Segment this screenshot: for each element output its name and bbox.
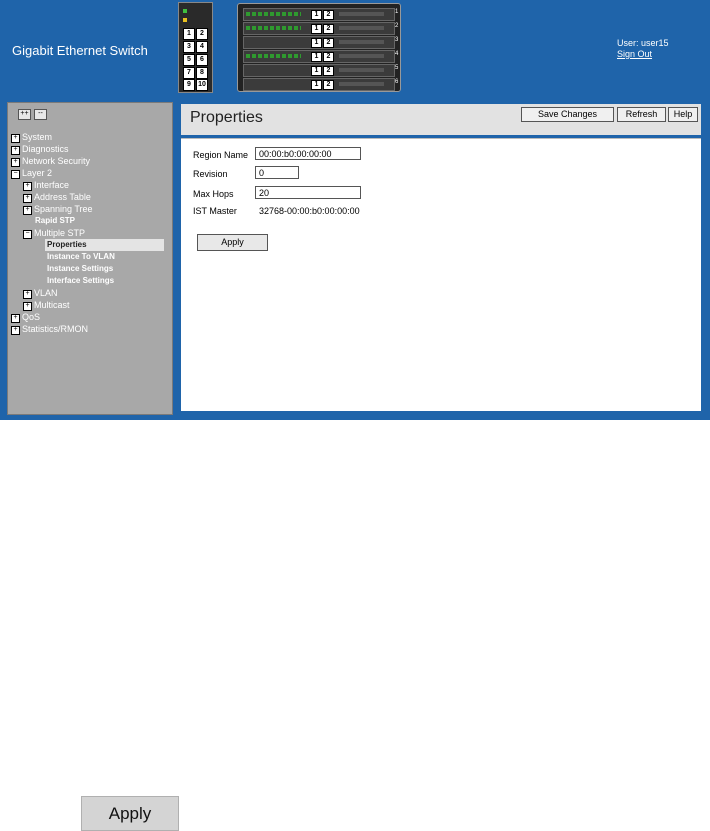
revision-label: Revision <box>193 169 228 179</box>
tree-item-qos[interactable]: + QoS <box>11 311 40 323</box>
expand-icon[interactable]: + <box>11 146 20 155</box>
chassis-slot: 124 <box>243 50 398 63</box>
tree-item-properties[interactable]: Properties <box>45 239 164 251</box>
port-10: 10 <box>196 79 208 91</box>
collapse-all-button[interactable]: -- <box>34 109 47 120</box>
tree-item-network-security[interactable]: + Network Security <box>11 155 90 167</box>
port-7: 7 <box>183 67 195 79</box>
refresh-button[interactable]: Refresh <box>617 107 666 122</box>
apply-button[interactable]: Apply <box>197 234 268 251</box>
collapse-icon[interactable]: − <box>11 170 20 179</box>
tree-item-instance-settings[interactable]: Instance Settings <box>47 263 113 275</box>
ist-master-value: 32768-00:00:b0:00:00:00 <box>259 206 360 216</box>
title-bar: Properties Save Changes Refresh Help <box>181 104 701 135</box>
chassis-slot: 121 <box>243 8 398 21</box>
tree-item-system[interactable]: + System <box>11 131 52 143</box>
tree-item-address-table[interactable]: + Address Table <box>23 191 91 203</box>
expand-icon[interactable]: + <box>23 182 32 191</box>
help-button[interactable]: Help <box>668 107 698 122</box>
port-2: 2 <box>196 28 208 40</box>
tree-item-vlan[interactable]: + VLAN <box>23 287 58 299</box>
port-9: 9 <box>183 79 195 91</box>
port-5: 5 <box>183 54 195 66</box>
port-3: 3 <box>183 41 195 53</box>
expand-icon[interactable]: + <box>11 326 20 335</box>
brand-title: Gigabit Ethernet Switch <box>12 43 148 58</box>
tree-item-diagnostics[interactable]: + Diagnostics <box>11 143 69 155</box>
tree-item-rapid-stp[interactable]: Rapid STP <box>35 215 75 227</box>
tree-item-layer-2[interactable]: − Layer 2 <box>11 167 52 179</box>
chassis-slot: 125 <box>243 64 398 77</box>
chassis-slot: 126 <box>243 78 398 91</box>
expand-icon[interactable]: + <box>23 194 32 203</box>
expand-icon[interactable]: + <box>11 158 20 167</box>
header-banner: Gigabit Ethernet Switch 1 2 3 4 5 6 7 8 … <box>0 0 710 95</box>
nav-pane: ++ -- + System + Diagnostics + Network Secu… <box>0 95 176 420</box>
nav-tree-panel: ++ -- + System + Diagnostics + Network Secu… <box>7 102 173 415</box>
tree-item-spanning-tree[interactable]: + Spanning Tree <box>23 203 93 215</box>
port-4: 4 <box>196 41 208 53</box>
page-title: Properties <box>190 109 263 126</box>
status-led-green <box>183 9 187 13</box>
collapse-icon[interactable]: − <box>23 230 32 239</box>
expand-icon[interactable]: + <box>23 290 32 299</box>
save-changes-button[interactable]: Save Changes <box>521 107 614 122</box>
max-hops-label: Max Hops <box>193 189 234 199</box>
device-panel-image: 1 2 3 4 5 6 7 8 9 10 <box>178 2 213 93</box>
tree-item-statistics-rmon[interactable]: + Statistics/RMON <box>11 323 88 335</box>
ist-master-label: IST Master <box>193 206 237 216</box>
expand-all-button[interactable]: ++ <box>18 109 31 120</box>
tree-item-interface-settings[interactable]: Interface Settings <box>47 275 114 287</box>
revision-input[interactable]: 0 <box>255 166 299 179</box>
tree-item-interface[interactable]: + Interface <box>23 179 69 191</box>
properties-form: Region Name 00:00:b0:00:00:00 Revision 0… <box>181 138 701 411</box>
expand-icon[interactable]: + <box>11 314 20 323</box>
tree-item-instance-to-vlan[interactable]: Instance To VLAN <box>47 251 115 263</box>
main-pane: Properties Save Changes Refresh Help Reg… <box>176 95 710 420</box>
port-1: 1 <box>183 28 195 40</box>
status-led-yellow <box>183 18 187 22</box>
expand-icon[interactable]: + <box>11 134 20 143</box>
apply-button-large[interactable]: Apply <box>81 796 179 831</box>
user-label: User: user15 <box>617 38 669 48</box>
tree-item-multicast[interactable]: + Multicast <box>23 299 70 311</box>
chassis-slot: 123 <box>243 36 398 49</box>
port-8: 8 <box>196 67 208 79</box>
sign-out-link[interactable]: Sign Out <box>617 49 652 59</box>
port-6: 6 <box>196 54 208 66</box>
region-name-input[interactable]: 00:00:b0:00:00:00 <box>255 147 361 160</box>
chassis-image: 121 122 123 124 125 126 <box>237 3 401 92</box>
tree-item-multiple-stp[interactable]: − Multiple STP <box>23 227 85 239</box>
chassis-slot: 122 <box>243 22 398 35</box>
expand-icon[interactable]: + <box>23 302 32 311</box>
max-hops-input[interactable]: 20 <box>255 186 361 199</box>
region-name-label: Region Name <box>193 150 249 160</box>
expand-icon[interactable]: + <box>23 206 32 215</box>
